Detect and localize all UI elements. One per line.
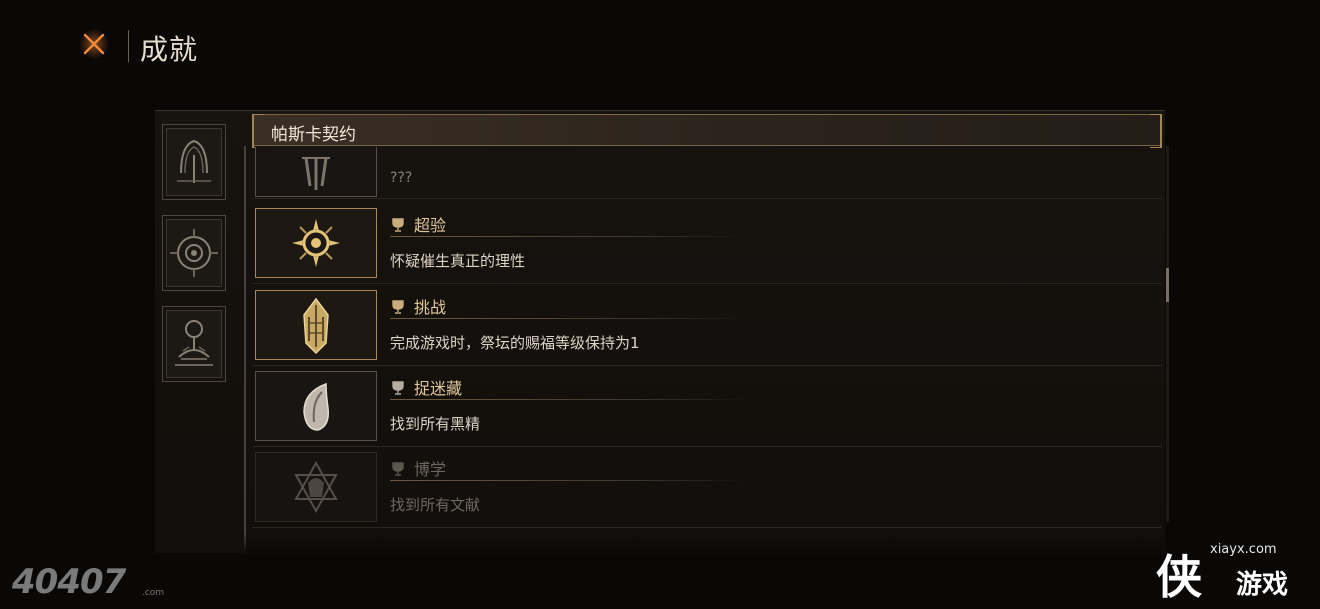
row-separator [252, 283, 1162, 284]
achievement-title: 挑战 [390, 294, 750, 320]
achievement-name: 博学 [414, 460, 447, 479]
watermark-brand-text: 游戏 [1236, 570, 1289, 600]
arch-sigil-icon [177, 139, 211, 183]
section-header: 帕斯卡契约 [252, 114, 1162, 148]
achievement-row-partial[interactable] [252, 147, 1162, 199]
row-separator [252, 365, 1162, 366]
list-rail [244, 146, 246, 551]
altar-icon [175, 320, 213, 366]
title-underline [390, 480, 750, 481]
trophy-cup-icon [392, 381, 404, 395]
watermark-left-sub: .com [142, 588, 165, 598]
top-bar: 成就 [0, 0, 1320, 92]
compass-star-icon [292, 219, 340, 267]
seed-pod-icon [303, 382, 330, 431]
achievement-desc: 找到所有文献 [390, 496, 481, 514]
achievement-icon-frame [255, 147, 377, 197]
watermark-left: 40407 [12, 562, 126, 602]
achievement-icon-frame [255, 208, 377, 278]
section-title: 帕斯卡契约 [271, 125, 356, 145]
close-x-icon [79, 29, 109, 59]
scroll-thumb[interactable] [1166, 268, 1169, 302]
achievement-desc: 完成游戏时，祭坛的赐福等级保持为1 [390, 334, 640, 352]
list-fade [244, 532, 1166, 554]
achievement-row[interactable]: 超验 怀疑催生真正的理性 [252, 206, 1162, 284]
title-divider [128, 30, 129, 62]
achievement-title: 博学 [390, 456, 750, 482]
header-corner-right [1150, 114, 1162, 148]
title-underline [390, 399, 750, 400]
page-title: 成就 [140, 33, 199, 66]
achievement-name: 超验 [414, 216, 447, 235]
trophy-cup-icon [392, 218, 404, 232]
crystal-spire-icon [303, 297, 329, 355]
hexagram-helm-icon [294, 460, 338, 514]
achievement-title: 超验 [390, 212, 750, 238]
row-separator [252, 198, 1162, 199]
achievement-desc: 找到所有黑精 [390, 415, 481, 433]
scrollbar[interactable] [1166, 146, 1169, 522]
achievement-row[interactable]: 捉迷藏 找到所有黑精 [252, 369, 1162, 447]
trophy-cup-icon [392, 300, 404, 314]
achievement-title: 捉迷藏 [390, 375, 750, 401]
achievement-name: 捉迷藏 [414, 379, 463, 398]
category-tab-3[interactable] [162, 306, 226, 382]
header-corner-left [252, 114, 264, 148]
achievement-desc-hidden: ??? [390, 170, 413, 186]
trophy-cup-icon [392, 462, 404, 476]
achievement-icon-frame [255, 371, 377, 441]
achievement-icon-frame [255, 452, 377, 522]
watermark-url: xiayx.com [1210, 542, 1277, 557]
title-underline [390, 236, 750, 237]
row-separator [252, 446, 1162, 447]
category-tab-1[interactable] [162, 124, 226, 200]
achievement-icon-frame [255, 290, 377, 360]
achievement-row[interactable]: 挑战 完成游戏时，祭坛的赐福等级保持为1 [252, 288, 1162, 366]
claw-sigil-icon [302, 157, 330, 190]
eye-compass-icon [170, 229, 218, 277]
watermark-brand-glyph: 侠 [1156, 550, 1202, 604]
achievement-row[interactable]: 博学 找到所有文献 [252, 450, 1162, 528]
achievement-desc: 怀疑催生真正的理性 [390, 252, 526, 270]
achievement-name: 挑战 [414, 298, 447, 317]
close-button[interactable] [78, 28, 110, 60]
title-underline [390, 318, 750, 319]
category-tab-2[interactable] [162, 215, 226, 291]
row-separator [252, 527, 1162, 528]
